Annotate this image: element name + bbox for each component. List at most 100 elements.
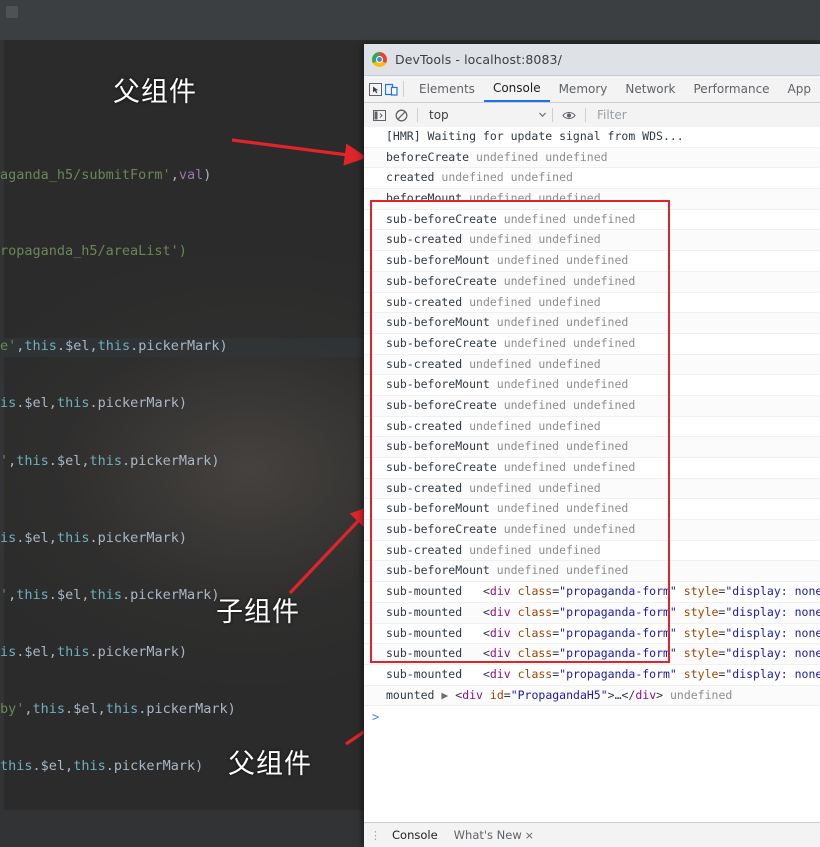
- console-log-row[interactable]: created undefined undefined: [364, 168, 820, 190]
- log-token: sub-beforeCreate: [386, 211, 504, 226]
- log-token: "propaganda-form": [559, 625, 677, 640]
- console-log-row[interactable]: sub-beforeMount undefined undefined: [364, 499, 820, 521]
- console-log-row[interactable]: sub-beforeMount undefined undefined: [364, 375, 820, 396]
- console-log-area[interactable]: [HMR] Waiting for update signal from WDS…: [364, 127, 820, 823]
- console-log-row[interactable]: sub-created undefined undefined: [364, 293, 820, 314]
- code-token: .: [32, 758, 41, 774]
- code-token: aganda_h5/submitForm': [0, 167, 171, 183]
- code-token: ,: [48, 644, 57, 660]
- code-token: ': [0, 587, 9, 603]
- console-log-row[interactable]: sub-mounted <div class="propaganda-form"…: [364, 602, 820, 624]
- console-log-row[interactable]: sub-beforeMount undefined undefined: [364, 437, 820, 458]
- device-toolbar-icon[interactable]: [384, 76, 400, 102]
- drag-handle-icon[interactable]: ⋮: [370, 829, 382, 842]
- console-log-row[interactable]: sub-beforeCreate undefined undefined: [364, 458, 820, 479]
- console-log-row[interactable]: sub-beforeCreate undefined undefined: [364, 334, 820, 355]
- code-token: pickerMark: [130, 453, 212, 469]
- log-token: "display: none;": [725, 625, 820, 640]
- console-log-row[interactable]: beforeMount undefined undefined: [364, 189, 820, 210]
- code-token: this: [16, 587, 49, 603]
- console-log-row[interactable]: beforeCreate undefined undefined: [364, 147, 820, 169]
- toolbar-separator-1: [417, 108, 418, 122]
- console-log-row[interactable]: sub-beforeMount undefined undefined: [364, 251, 820, 272]
- drawer-tab-console[interactable]: Console: [392, 828, 438, 842]
- live-expression-eye-icon[interactable]: [558, 109, 580, 122]
- log-token: undefined undefined: [503, 460, 636, 474]
- code-token: pickerMark: [130, 587, 212, 603]
- close-icon[interactable]: ×: [525, 829, 534, 842]
- tab-console[interactable]: Console: [483, 76, 550, 102]
- console-log-row[interactable]: sub-mounted <div class="propaganda-form"…: [364, 644, 820, 665]
- log-token: sub-beforeMount: [386, 315, 497, 330]
- code-token: ): [178, 395, 188, 411]
- drawer-tabs: Console What's New ×: [392, 828, 550, 842]
- log-token: sub-beforeMount: [386, 563, 497, 578]
- log-token: "display: none;": [725, 604, 820, 619]
- code-line: is.$el,this.pickerMark): [0, 644, 187, 660]
- chrome-icon: [372, 52, 387, 67]
- console-log-row[interactable]: sub-beforeCreate undefined undefined: [364, 271, 820, 293]
- console-log-row[interactable]: sub-created undefined undefined: [364, 354, 820, 376]
- drawer-tab-what-s-new[interactable]: What's New ×: [454, 828, 534, 842]
- code-token: $el: [24, 644, 49, 660]
- code-line: is.$el,this.pickerMark): [0, 395, 187, 411]
- log-token: undefined undefined: [469, 356, 601, 371]
- code-token: ,: [97, 701, 106, 717]
- log-token: undefined: [669, 687, 733, 702]
- console-log-row[interactable]: sub-created undefined undefined: [364, 230, 820, 252]
- annotation-label: 父组件: [228, 749, 312, 780]
- code-token: this: [105, 701, 139, 717]
- console-sidebar-icon[interactable]: [368, 109, 390, 122]
- console-log-row[interactable]: sub-mounted <div class="propaganda-form"…: [364, 582, 820, 603]
- log-token: [511, 667, 518, 681]
- log-token: style: [683, 646, 719, 661]
- log-token: sub-created: [386, 542, 470, 557]
- tab-performance[interactable]: Performance: [685, 76, 779, 102]
- log-token: undefined undefined: [469, 480, 601, 495]
- console-log-row[interactable]: sub-created undefined undefined: [364, 417, 820, 438]
- clear-console-icon[interactable]: [390, 109, 412, 122]
- log-token: >: [656, 687, 670, 702]
- devtools-tabs: Elements Console Memory Network Performance A…: [410, 76, 820, 102]
- code-token: .: [89, 530, 98, 546]
- console-log-row[interactable]: sub-beforeCreate undefined undefined: [364, 520, 820, 541]
- code-token: ,: [89, 338, 98, 354]
- code-token: by': [0, 701, 25, 717]
- log-token: undefined undefined: [496, 439, 629, 454]
- console-prompt[interactable]: >: [364, 706, 820, 728]
- console-log-row[interactable]: mounted ▶ <div id="PropagandaH5">…</div>…: [364, 685, 820, 707]
- annotation-label: 子组件: [216, 597, 300, 628]
- tab-network[interactable]: Network: [616, 76, 684, 102]
- log-token: sub-beforeCreate: [386, 273, 504, 288]
- filter-input[interactable]: Filter: [591, 108, 820, 122]
- console-log-row[interactable]: sub-created undefined undefined: [364, 478, 820, 500]
- tab-memory[interactable]: Memory: [550, 76, 617, 102]
- console-log-row[interactable]: sub-beforeMount undefined undefined: [364, 313, 820, 334]
- console-log-row[interactable]: sub-beforeMount undefined undefined: [364, 561, 820, 583]
- log-token: div: [489, 584, 511, 599]
- console-log-row[interactable]: sub-beforeCreate undefined undefined: [364, 395, 820, 417]
- code-token: this: [0, 758, 33, 774]
- log-token: [483, 688, 490, 702]
- code-token: ): [178, 644, 188, 660]
- log-token: undefined undefined: [469, 294, 601, 309]
- console-log-row[interactable]: sub-beforeCreate undefined undefined: [364, 210, 820, 231]
- log-token: [511, 626, 518, 640]
- log-token: sub-created: [386, 356, 470, 371]
- log-token: <: [482, 625, 490, 640]
- console-log-row[interactable]: [HMR] Waiting for update signal from WDS…: [364, 127, 820, 148]
- execution-context-selector[interactable]: top: [423, 108, 547, 122]
- tab-app[interactable]: App: [779, 76, 820, 102]
- code-token: this: [56, 395, 90, 411]
- console-log-row[interactable]: sub-created undefined undefined: [364, 541, 820, 562]
- console-log-row[interactable]: sub-mounted <div class="propaganda-form"…: [364, 624, 820, 645]
- log-token: [677, 646, 684, 660]
- devtools-drawer-tabbar: ⋮ Console What's New ×: [364, 822, 820, 847]
- inspect-element-icon[interactable]: [368, 76, 384, 102]
- tab-elements[interactable]: Elements: [410, 76, 484, 102]
- console-log-row[interactable]: sub-mounted <div class="propaganda-form"…: [364, 665, 820, 686]
- code-token: ): [203, 167, 212, 183]
- log-token: beforeCreate: [386, 149, 477, 164]
- code-line: ropaganda_h5/areaList'): [0, 243, 187, 259]
- devtools-title: DevTools - localhost:8083/: [395, 52, 562, 67]
